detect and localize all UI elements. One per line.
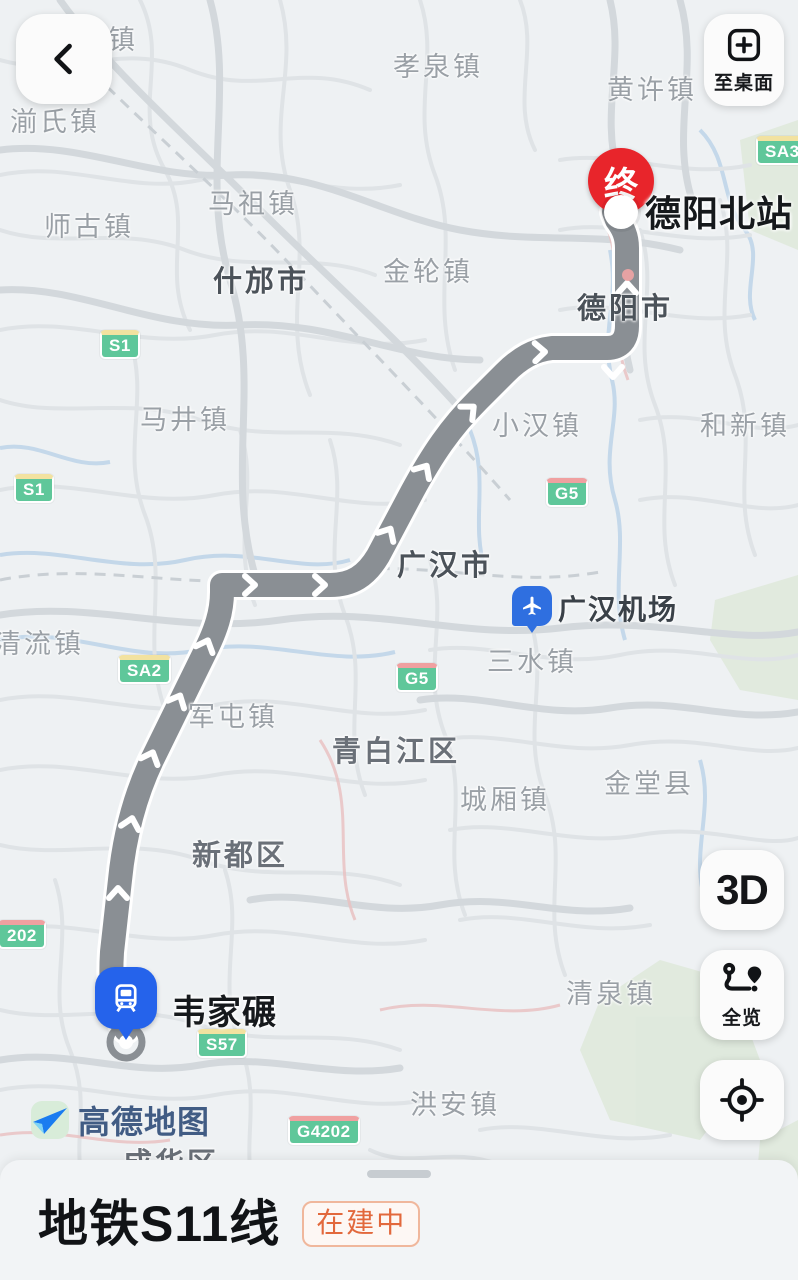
view-3d-label: 3D (716, 866, 768, 914)
airplane-icon (520, 594, 544, 618)
overview-label: 全览 (722, 1003, 762, 1030)
add-to-desktop-label: 至桌面 (714, 68, 774, 95)
line-info-row: 地铁S11线 在建中 (38, 1196, 420, 1252)
status-badge: 在建中 (302, 1201, 420, 1247)
route-overview-icon (719, 961, 765, 1001)
road-shield: S1 (100, 330, 140, 359)
road-shield: 202 (0, 920, 46, 949)
amap-brand: 高德地图 (30, 1097, 210, 1143)
route-end-node (604, 195, 638, 229)
road-shield: G5 (546, 478, 588, 507)
map-canvas[interactable]: 镇 孝泉镇 黄许镇 湔氏镇 马祖镇 师古镇 什邡市 金轮镇 德阳市 马井镇 小汉… (0, 0, 798, 1280)
crosshair-locate-icon (719, 1077, 765, 1123)
bottom-sheet[interactable]: 地铁S11线 在建中 (0, 1160, 798, 1280)
amap-arrow-logo (30, 1100, 70, 1140)
chevron-left-icon (42, 37, 86, 81)
view-3d-button[interactable]: 3D (700, 850, 784, 930)
plus-square-icon (724, 25, 764, 65)
map-screen: 镇 孝泉镇 黄许镇 湔氏镇 马祖镇 师古镇 什邡市 金轮镇 德阳市 马井镇 小汉… (0, 0, 798, 1280)
route-start-label: 韦家碾 (172, 985, 277, 1034)
overview-button[interactable]: 全览 (700, 950, 784, 1040)
add-to-desktop-button[interactable]: 至桌面 (704, 14, 784, 106)
airport-poi-pin[interactable] (512, 586, 552, 626)
back-button[interactable] (16, 14, 112, 104)
road-shield: SA3 (756, 136, 798, 165)
locate-button[interactable] (700, 1060, 784, 1140)
road-shield: G4202 (288, 1116, 360, 1145)
airport-poi-label: 广汉机场 (558, 588, 678, 628)
amap-brand-text: 高德地图 (78, 1097, 210, 1143)
metro-train-icon (109, 981, 143, 1015)
route-start-marker[interactable] (95, 967, 157, 1029)
line-title: 地铁S11线 (38, 1196, 280, 1252)
road-shield: S1 (14, 474, 54, 503)
road-shield: G5 (396, 663, 438, 692)
route-station-dot (622, 269, 634, 281)
sheet-drag-handle[interactable] (367, 1170, 431, 1178)
route-end-label: 德阳北站 (645, 185, 793, 237)
road-shield: SA2 (118, 655, 171, 684)
